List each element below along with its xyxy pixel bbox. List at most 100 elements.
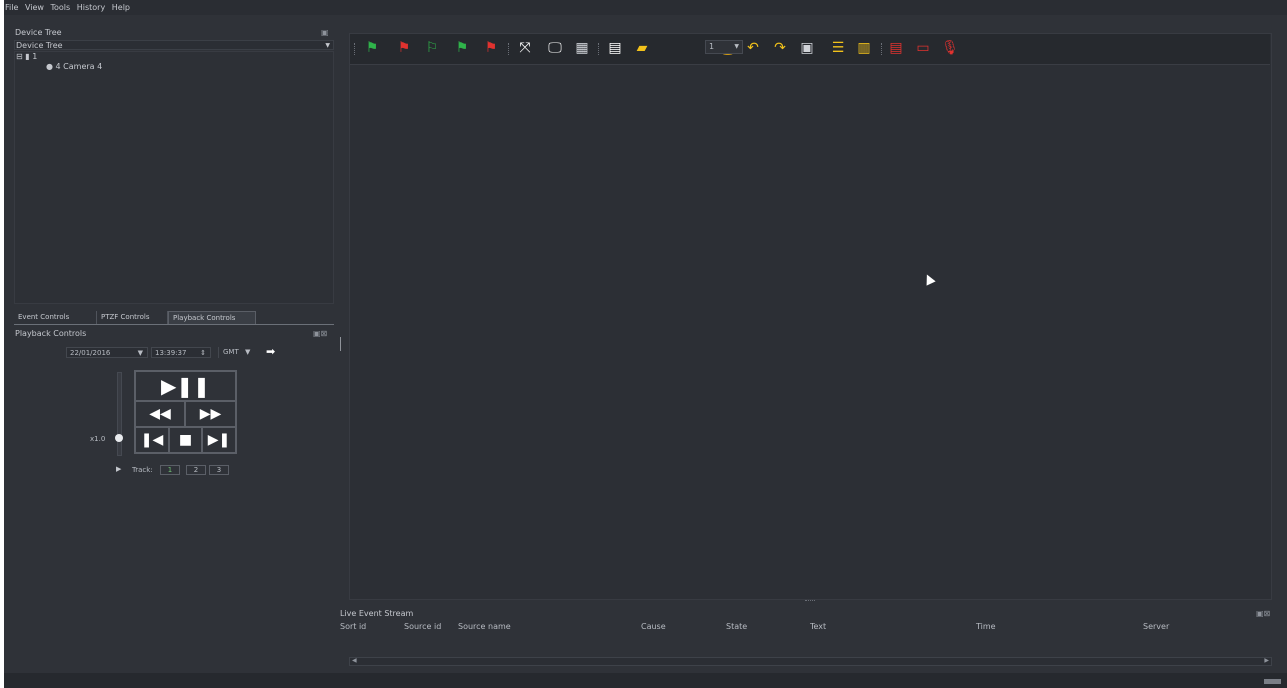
column-cause[interactable]: Cause bbox=[641, 622, 666, 631]
record-icon[interactable]: ▤ bbox=[888, 40, 904, 56]
toolbar-separator bbox=[598, 43, 600, 55]
skip-forward-icon: ▶❚ bbox=[207, 432, 231, 448]
column-time[interactable]: Time bbox=[976, 622, 996, 631]
fullscreen-icon[interactable]: ⤧ bbox=[517, 40, 533, 56]
device-tree-view[interactable] bbox=[14, 51, 334, 304]
layout-number-value: 1 bbox=[709, 42, 715, 51]
timezone-select[interactable]: GMT ▼ bbox=[218, 347, 262, 358]
chevron-down-icon: ▼ bbox=[734, 43, 739, 50]
column-text[interactable]: Text bbox=[810, 622, 826, 631]
spinner-icon[interactable]: ⇕ bbox=[200, 348, 206, 358]
undo-icon[interactable]: ↶ bbox=[745, 40, 761, 56]
toolbar-separator bbox=[881, 43, 883, 55]
snapshot-icon[interactable]: ▦ bbox=[574, 40, 590, 56]
menu-file[interactable]: File bbox=[5, 0, 18, 15]
tab-event-controls[interactable]: Event Controls bbox=[14, 311, 97, 324]
stop-icon: ■ bbox=[178, 432, 193, 448]
float-panel-icon[interactable]: ▣ bbox=[321, 28, 329, 37]
column-source-name[interactable]: Source name bbox=[458, 622, 511, 631]
track-1-button[interactable]: 1 bbox=[160, 465, 180, 475]
scroll-left-icon[interactable]: ◀ bbox=[352, 657, 357, 664]
playback-controls-title: Playback Controls bbox=[15, 329, 87, 338]
tree-item-camera-label: 4 Camera 4 bbox=[55, 62, 103, 71]
tab-playback-controls[interactable]: Playback Controls bbox=[168, 311, 256, 324]
stop-button[interactable]: ■ bbox=[169, 427, 202, 453]
panel-splitter[interactable] bbox=[340, 337, 341, 351]
mark-in-green-flag-icon[interactable]: ⚑ bbox=[364, 40, 380, 56]
play-pause-button[interactable]: ▶❚❚ bbox=[135, 371, 236, 401]
skip-back-icon: ❚◀ bbox=[140, 432, 164, 448]
toolbar-separator bbox=[354, 43, 356, 55]
fast-forward-button[interactable]: ▶▶ bbox=[185, 401, 236, 427]
menu-history[interactable]: History bbox=[77, 0, 105, 15]
go-arrow-icon[interactable]: ➡ bbox=[266, 345, 278, 358]
speed-slider-handle[interactable] bbox=[115, 434, 123, 442]
track-2-button[interactable]: 2 bbox=[186, 465, 206, 475]
skip-forward-button[interactable]: ▶❚ bbox=[202, 427, 236, 453]
timezone-value: GMT bbox=[223, 348, 239, 356]
time-field[interactable]: 13:39:37 ⇕ bbox=[151, 347, 211, 358]
viewer-toolbar: ⚑ ⚑ ⚐ ⚑ ⚑ ⤧ 🖵 ▦ ▤ ▰ 🔒 ↶ ↷ ▣ ☰ ▥ ▤ ▭ 🎙 bbox=[350, 34, 1270, 65]
divider bbox=[14, 324, 334, 325]
menu-view[interactable]: View bbox=[25, 0, 44, 15]
layout-number-select[interactable]: 1 ▼ bbox=[705, 40, 743, 54]
chevron-down-icon: ▼ bbox=[244, 348, 251, 356]
float-close-icon[interactable]: ▣⊠ bbox=[313, 329, 327, 338]
rewind-button[interactable]: ◀◀ bbox=[135, 401, 185, 427]
storage-icon[interactable]: ▭ bbox=[915, 40, 931, 56]
float-close-icon[interactable]: ▣⊠ bbox=[1256, 609, 1270, 618]
tree-item-camera[interactable]: ● 4 Camera 4 bbox=[46, 62, 102, 71]
live-event-stream-title: Live Event Stream bbox=[340, 609, 414, 618]
date-value: 22/01/2016 bbox=[70, 349, 111, 357]
goto-mark-out-icon[interactable]: ⚑ bbox=[483, 40, 499, 56]
sequence-icon[interactable]: ⚐ bbox=[424, 40, 440, 56]
chevron-down-icon[interactable]: ▼ bbox=[138, 348, 143, 358]
date-picker[interactable]: 22/01/2016 ▼ bbox=[66, 347, 148, 358]
column-state[interactable]: State bbox=[726, 622, 747, 631]
redo-icon[interactable]: ↷ bbox=[772, 40, 788, 56]
mark-out-red-flag-icon[interactable]: ⚑ bbox=[396, 40, 412, 56]
chevron-down-icon: ▼ bbox=[325, 42, 330, 49]
goto-mark-in-icon[interactable]: ⚑ bbox=[454, 40, 470, 56]
rewind-icon: ◀◀ bbox=[149, 406, 171, 422]
folder-icon[interactable]: ▰ bbox=[634, 40, 650, 56]
horizontal-scrollbar[interactable]: ◀ ▶ bbox=[349, 657, 1272, 666]
resize-grip[interactable] bbox=[1264, 679, 1281, 684]
open-layout-icon[interactable]: ▤ bbox=[607, 40, 623, 56]
speed-label: x1.0 bbox=[90, 435, 106, 443]
fast-forward-icon: ▶▶ bbox=[199, 406, 222, 422]
track-play-icon[interactable]: ▶ bbox=[116, 465, 121, 473]
video-viewer[interactable] bbox=[349, 33, 1272, 600]
microphone-icon[interactable]: 🎙 bbox=[941, 40, 959, 56]
device-tree-combo-value: Device Tree bbox=[16, 41, 63, 50]
column-sort-id[interactable]: Sort id bbox=[340, 622, 366, 631]
splitter-grip[interactable] bbox=[805, 600, 815, 603]
transport-controls: ▶❚❚ ◀◀ ▶▶ ❚◀ ■ ▶❚ bbox=[134, 370, 237, 454]
play-pause-icon: ▶❚❚ bbox=[161, 374, 210, 398]
camera-icon: ● bbox=[46, 62, 53, 71]
event-table-header: Sort id Source id Source name Cause Stat… bbox=[340, 622, 1272, 633]
tab-ptzf-controls[interactable]: PTZF Controls bbox=[97, 311, 168, 324]
scroll-right-icon[interactable]: ▶ bbox=[1264, 657, 1269, 664]
track-label: Track: bbox=[132, 466, 153, 474]
column-source-id[interactable]: Source id bbox=[404, 622, 441, 631]
track-3-button[interactable]: 3 bbox=[209, 465, 229, 475]
layout-single-icon[interactable]: ▣ bbox=[799, 40, 815, 56]
layout-grid-icon[interactable]: ☰ bbox=[830, 40, 846, 56]
time-value: 13:39:37 bbox=[155, 349, 187, 357]
speed-slider[interactable] bbox=[117, 372, 122, 456]
collapse-icon[interactable]: ⊟ bbox=[16, 52, 23, 61]
menu-bar: File View Tools History Help bbox=[4, 0, 1287, 15]
menu-tools[interactable]: Tools bbox=[50, 0, 70, 15]
tree-item-root-label: 1 bbox=[32, 52, 38, 61]
menu-help[interactable]: Help bbox=[112, 0, 130, 15]
column-server[interactable]: Server bbox=[1143, 622, 1169, 631]
monitor-icon[interactable]: 🖵 bbox=[547, 40, 563, 56]
device-tree-combo[interactable]: Device Tree ▼ bbox=[14, 40, 334, 50]
device-tree-title: Device Tree bbox=[15, 28, 62, 37]
toolbar-separator bbox=[508, 43, 510, 55]
layout-columns-icon[interactable]: ▥ bbox=[856, 40, 872, 56]
server-icon: ▮ bbox=[25, 52, 30, 61]
tree-item-root[interactable]: ⊟ ▮ 1 bbox=[16, 52, 37, 61]
skip-back-button[interactable]: ❚◀ bbox=[135, 427, 169, 453]
